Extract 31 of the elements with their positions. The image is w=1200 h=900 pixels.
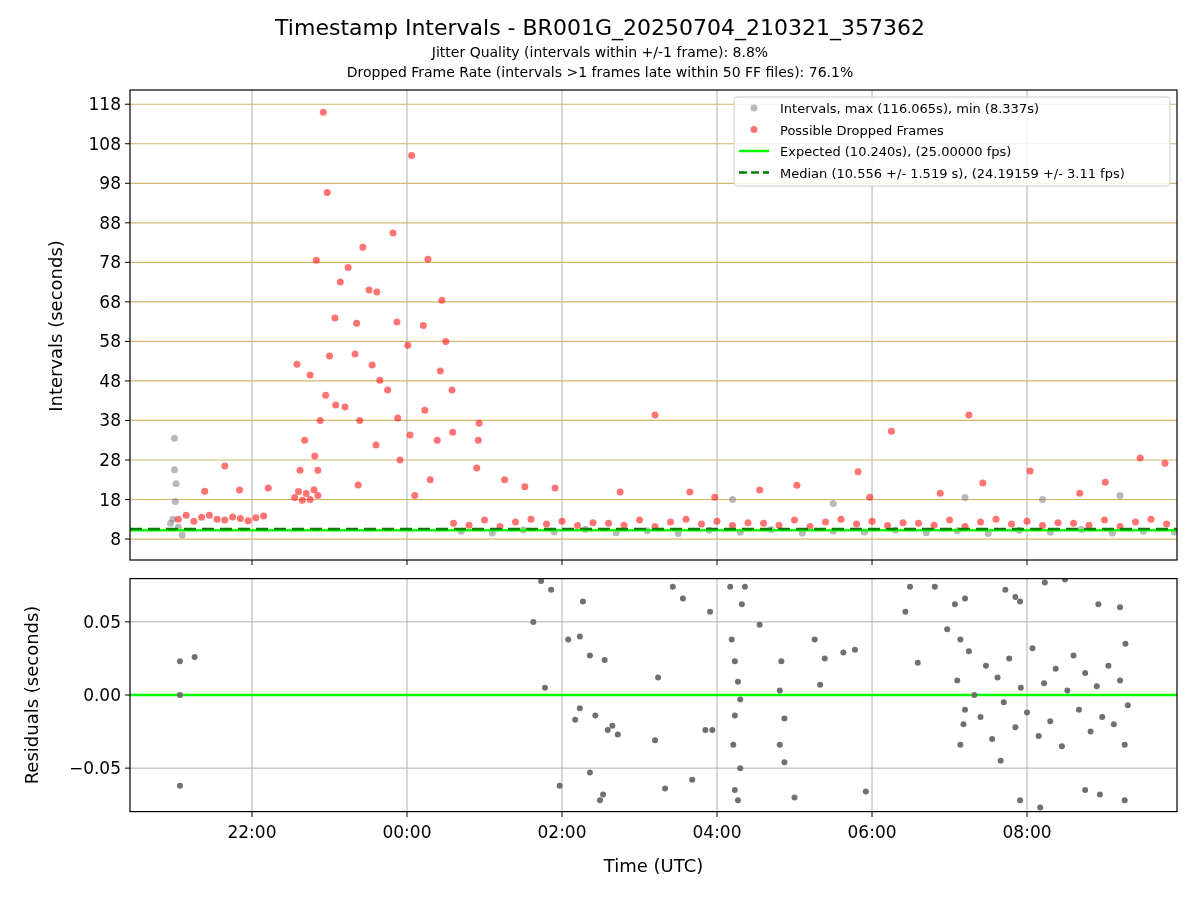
- y-tick-label: 0.00: [83, 685, 121, 705]
- y-tick-label: 68: [99, 291, 121, 312]
- y-tick-label: −0.05: [68, 758, 121, 779]
- x-axis-label: Time (UTC): [603, 855, 704, 876]
- legend-label: Possible Dropped Frames: [780, 122, 944, 138]
- y-tick-label: 108: [88, 133, 121, 154]
- y-tick-label: 78: [99, 252, 121, 273]
- legend-label: Expected (10.240s), (25.00000 fps): [780, 144, 1012, 159]
- x-tick-label: 04:00: [692, 822, 742, 842]
- x-tick-label: 08:00: [1002, 822, 1052, 842]
- y-tick-label: 18: [99, 489, 121, 510]
- x-tick-label: 06:00: [847, 822, 897, 842]
- x-tick-label: 22:00: [227, 822, 277, 842]
- x-tick-label: 00:00: [382, 822, 432, 842]
- x-tick-label: 02:00: [537, 822, 587, 842]
- legend-label: Median (10.556 +/- 1.519 s), (24.19159 +/- 3.11 fps): [780, 165, 1125, 181]
- chart-subtitle: Jitter Quality (intervals within +/-1 frame): 8.8%: [431, 43, 769, 62]
- chart-subtitle: Dropped Frame Rate (intervals >1 frames late within 50 FF files): 76.1%: [346, 63, 854, 82]
- y-tick-label: 48: [99, 370, 121, 391]
- chart-title: Timestamp Intervals - BR001G_20250704_210321_357362: [275, 14, 925, 42]
- y-axis-label: Residuals (seconds): [21, 605, 42, 785]
- y-tick-label: 98: [99, 173, 121, 194]
- y-tick-label: 88: [99, 212, 121, 233]
- y-tick-label: 118: [88, 94, 121, 115]
- y-tick-label: 58: [99, 331, 121, 352]
- y-tick-label: 8: [110, 529, 121, 550]
- legend-label: Intervals, max (116.065s), min (8.337s): [780, 101, 1039, 116]
- y-tick-label: 38: [99, 410, 121, 431]
- y-tick-label: 28: [99, 450, 121, 470]
- y-axis-label: Intervals (seconds): [45, 240, 66, 412]
- y-tick-label: 0.05: [83, 611, 121, 632]
